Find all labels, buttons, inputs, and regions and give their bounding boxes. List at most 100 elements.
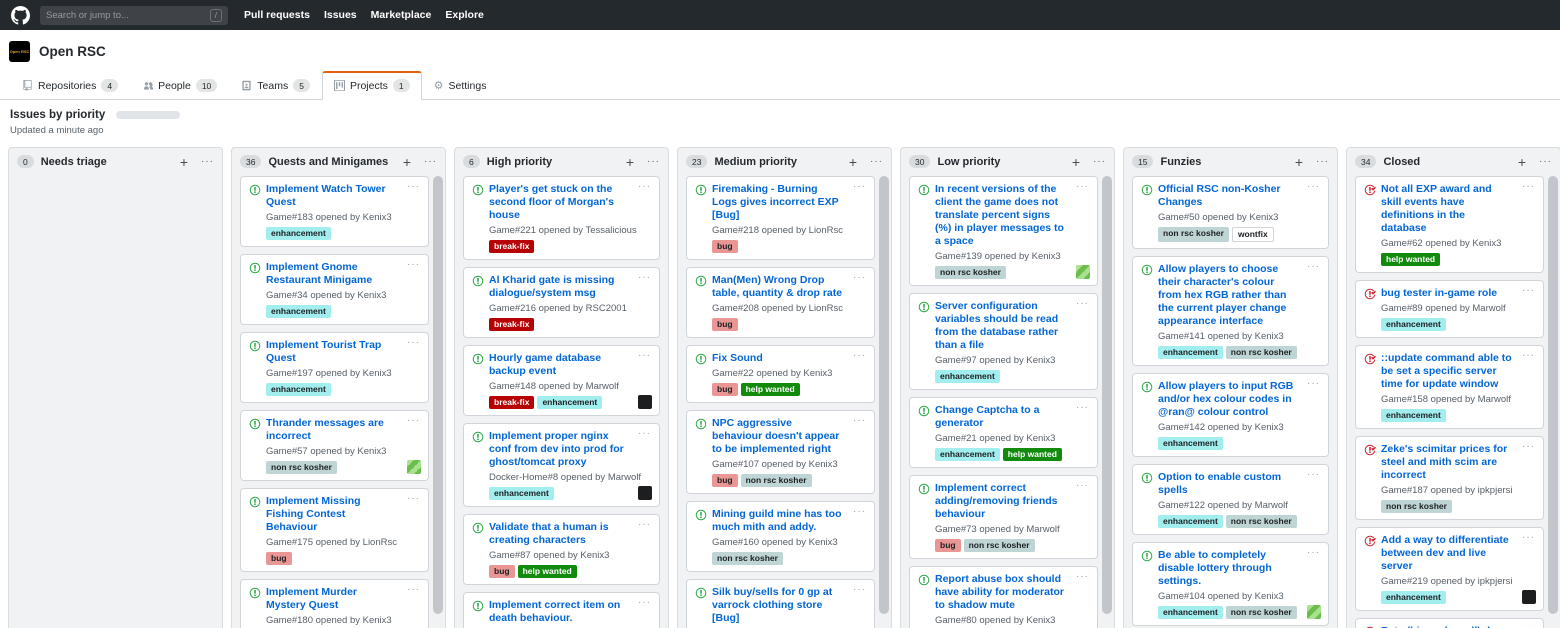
issue-card[interactable]: Mining guild mine has too much mith and … <box>686 501 875 572</box>
issue-title-link[interactable]: Player's get stuck on the second floor o… <box>489 183 629 222</box>
column-menu-button[interactable]: ··· <box>1539 156 1552 167</box>
issue-card[interactable]: Implement Gnome Restaurant Minigame···Ga… <box>240 254 429 325</box>
add-card-button[interactable]: + <box>1518 156 1526 168</box>
issue-card[interactable]: Implement Watch Tower Quest···Game#183 o… <box>240 176 429 247</box>
card-menu-button[interactable]: ··· <box>853 352 866 360</box>
card-menu-button[interactable]: ··· <box>1307 183 1320 191</box>
issue-card[interactable]: ::update command able to be set a specif… <box>1355 345 1544 429</box>
issue-title-link[interactable]: Thrander messages are incorrect <box>266 417 398 443</box>
issue-title-link[interactable]: Implement correct item on death behaviou… <box>489 599 629 625</box>
issue-title-link[interactable]: NPC aggressive behaviour doesn't appear … <box>712 417 844 456</box>
card-menu-button[interactable]: ··· <box>407 261 420 269</box>
issue-title-link[interactable]: Not all EXP award and skill events have … <box>1381 183 1513 235</box>
issue-card[interactable]: NPC aggressive behaviour doesn't appear … <box>686 410 875 494</box>
issue-title-link[interactable]: Add a way to differentiate between dev a… <box>1381 534 1513 573</box>
card-menu-button[interactable]: ··· <box>638 599 651 607</box>
issue-title-link[interactable]: ::update command able to be set a specif… <box>1381 352 1513 391</box>
search-input[interactable]: Search or jump to... / <box>40 6 228 25</box>
card-menu-button[interactable]: ··· <box>407 183 420 191</box>
add-card-button[interactable]: + <box>1295 156 1303 168</box>
issue-title-link[interactable]: Mining guild mine has too much mith and … <box>712 508 844 534</box>
issue-card[interactable]: Fix Sound···Game#22 opened by Kenix3bugh… <box>686 345 875 403</box>
issue-title-link[interactable]: Server configuration variables should be… <box>935 300 1067 352</box>
issue-card[interactable]: Be able to completely disable lottery th… <box>1132 542 1329 626</box>
issue-title-link[interactable]: Validate that a human is creating charac… <box>489 521 629 547</box>
issue-title-link[interactable]: Report abuse box should have ability for… <box>935 573 1067 612</box>
issue-card[interactable]: Official RSC non-Kosher Changes···Game#5… <box>1132 176 1329 249</box>
issue-card[interactable]: Implement Tourist Trap Quest···Game#197 … <box>240 332 429 403</box>
card-menu-button[interactable]: ··· <box>407 495 420 503</box>
issue-title-link[interactable]: Zeke's scimitar prices for steel and mit… <box>1381 443 1513 482</box>
card-menu-button[interactable]: ··· <box>1522 534 1535 542</box>
card-menu-button[interactable]: ··· <box>638 430 651 438</box>
issue-card[interactable]: Server configuration variables should be… <box>909 293 1098 390</box>
issue-title-link[interactable]: Implement Missing Fishing Contest Behavi… <box>266 495 398 534</box>
issue-title-link[interactable]: Silk buy/sells for 0 gp at varrock cloth… <box>712 586 844 625</box>
issue-card[interactable]: Man(Men) Wrong Drop table, quantity & dr… <box>686 267 875 338</box>
issue-title-link[interactable]: Option to enable custom spells <box>1158 471 1298 497</box>
issue-title-link[interactable]: Al Kharid gate is missing dialogue/syste… <box>489 274 629 300</box>
issue-card[interactable]: Implement correct item on death behaviou… <box>463 592 660 628</box>
issue-card[interactable]: Rats (big and small) drop rat tails almo… <box>1355 618 1544 628</box>
card-menu-button[interactable]: ··· <box>638 352 651 360</box>
issue-title-link[interactable]: Hourly game database backup event <box>489 352 629 378</box>
card-menu-button[interactable]: ··· <box>1076 404 1089 412</box>
column-scrollbar-thumb[interactable] <box>1102 176 1112 614</box>
column-menu-button[interactable]: ··· <box>1316 156 1329 167</box>
issue-card[interactable]: bug tester in-game role···Game#89 opened… <box>1355 280 1544 338</box>
issue-card[interactable]: Allow players to choose their character'… <box>1132 256 1329 366</box>
issue-card[interactable]: Allow players to input RGB and/or hex co… <box>1132 373 1329 457</box>
column-menu-button[interactable]: ··· <box>1093 156 1106 167</box>
column-scrollbar-thumb[interactable] <box>433 176 443 614</box>
issue-card[interactable]: In recent versions of the client the gam… <box>909 176 1098 286</box>
card-menu-button[interactable]: ··· <box>853 417 866 425</box>
issue-card[interactable]: Option to enable custom spells···Game#12… <box>1132 464 1329 535</box>
issue-card[interactable]: Implement correct adding/removing friend… <box>909 475 1098 559</box>
github-logo-icon[interactable] <box>10 5 30 25</box>
issue-title-link[interactable]: Implement Gnome Restaurant Minigame <box>266 261 398 287</box>
card-menu-button[interactable]: ··· <box>1307 380 1320 388</box>
add-card-button[interactable]: + <box>849 156 857 168</box>
issue-title-link[interactable]: Be able to completely disable lottery th… <box>1158 549 1298 588</box>
nav-item-issues[interactable]: Issues <box>324 9 357 21</box>
card-menu-button[interactable]: ··· <box>1522 287 1535 295</box>
issue-card[interactable]: Hourly game database backup event···Game… <box>463 345 660 416</box>
card-menu-button[interactable]: ··· <box>638 274 651 282</box>
issue-card[interactable]: Thrander messages are incorrect···Game#5… <box>240 410 429 481</box>
column-menu-button[interactable]: ··· <box>870 156 883 167</box>
card-menu-button[interactable]: ··· <box>1076 183 1089 191</box>
issue-title-link[interactable]: Implement proper nginx conf from dev int… <box>489 430 629 469</box>
card-menu-button[interactable]: ··· <box>853 274 866 282</box>
card-menu-button[interactable]: ··· <box>407 586 420 594</box>
card-menu-button[interactable]: ··· <box>407 417 420 425</box>
card-menu-button[interactable]: ··· <box>1076 300 1089 308</box>
issue-card[interactable]: Not all EXP award and skill events have … <box>1355 176 1544 273</box>
card-menu-button[interactable]: ··· <box>1522 183 1535 191</box>
issue-title-link[interactable]: Man(Men) Wrong Drop table, quantity & dr… <box>712 274 844 300</box>
tab-repositories[interactable]: Repositories4 <box>10 72 130 100</box>
issue-title-link[interactable]: Fix Sound <box>712 352 844 365</box>
issue-title-link[interactable]: In recent versions of the client the gam… <box>935 183 1067 248</box>
issue-card[interactable]: Silk buy/sells for 0 gp at varrock cloth… <box>686 579 875 628</box>
add-card-button[interactable]: + <box>1072 156 1080 168</box>
add-card-button[interactable]: + <box>180 156 188 168</box>
card-menu-button[interactable]: ··· <box>638 521 651 529</box>
issue-card[interactable]: Change Captcha to a generator···Game#21 … <box>909 397 1098 468</box>
issue-title-link[interactable]: Firemaking - Burning Logs gives incorrec… <box>712 183 844 222</box>
tab-teams[interactable]: Teams5 <box>229 72 322 100</box>
issue-card[interactable]: Implement Murder Mystery Quest···Game#18… <box>240 579 429 628</box>
issue-card[interactable]: Validate that a human is creating charac… <box>463 514 660 585</box>
issue-title-link[interactable]: Allow players to input RGB and/or hex co… <box>1158 380 1298 419</box>
column-menu-button[interactable]: ··· <box>647 156 660 167</box>
issue-card[interactable]: Firemaking - Burning Logs gives incorrec… <box>686 176 875 260</box>
column-menu-button[interactable]: ··· <box>424 156 437 167</box>
column-scrollbar-thumb[interactable] <box>1548 176 1558 614</box>
issue-title-link[interactable]: Allow players to choose their character'… <box>1158 263 1298 328</box>
card-menu-button[interactable]: ··· <box>853 508 866 516</box>
add-card-button[interactable]: + <box>626 156 634 168</box>
card-menu-button[interactable]: ··· <box>1076 573 1089 581</box>
issue-title-link[interactable]: Implement Tourist Trap Quest <box>266 339 398 365</box>
issue-title-link[interactable]: Implement Watch Tower Quest <box>266 183 398 209</box>
card-menu-button[interactable]: ··· <box>1307 263 1320 271</box>
card-menu-button[interactable]: ··· <box>1522 443 1535 451</box>
